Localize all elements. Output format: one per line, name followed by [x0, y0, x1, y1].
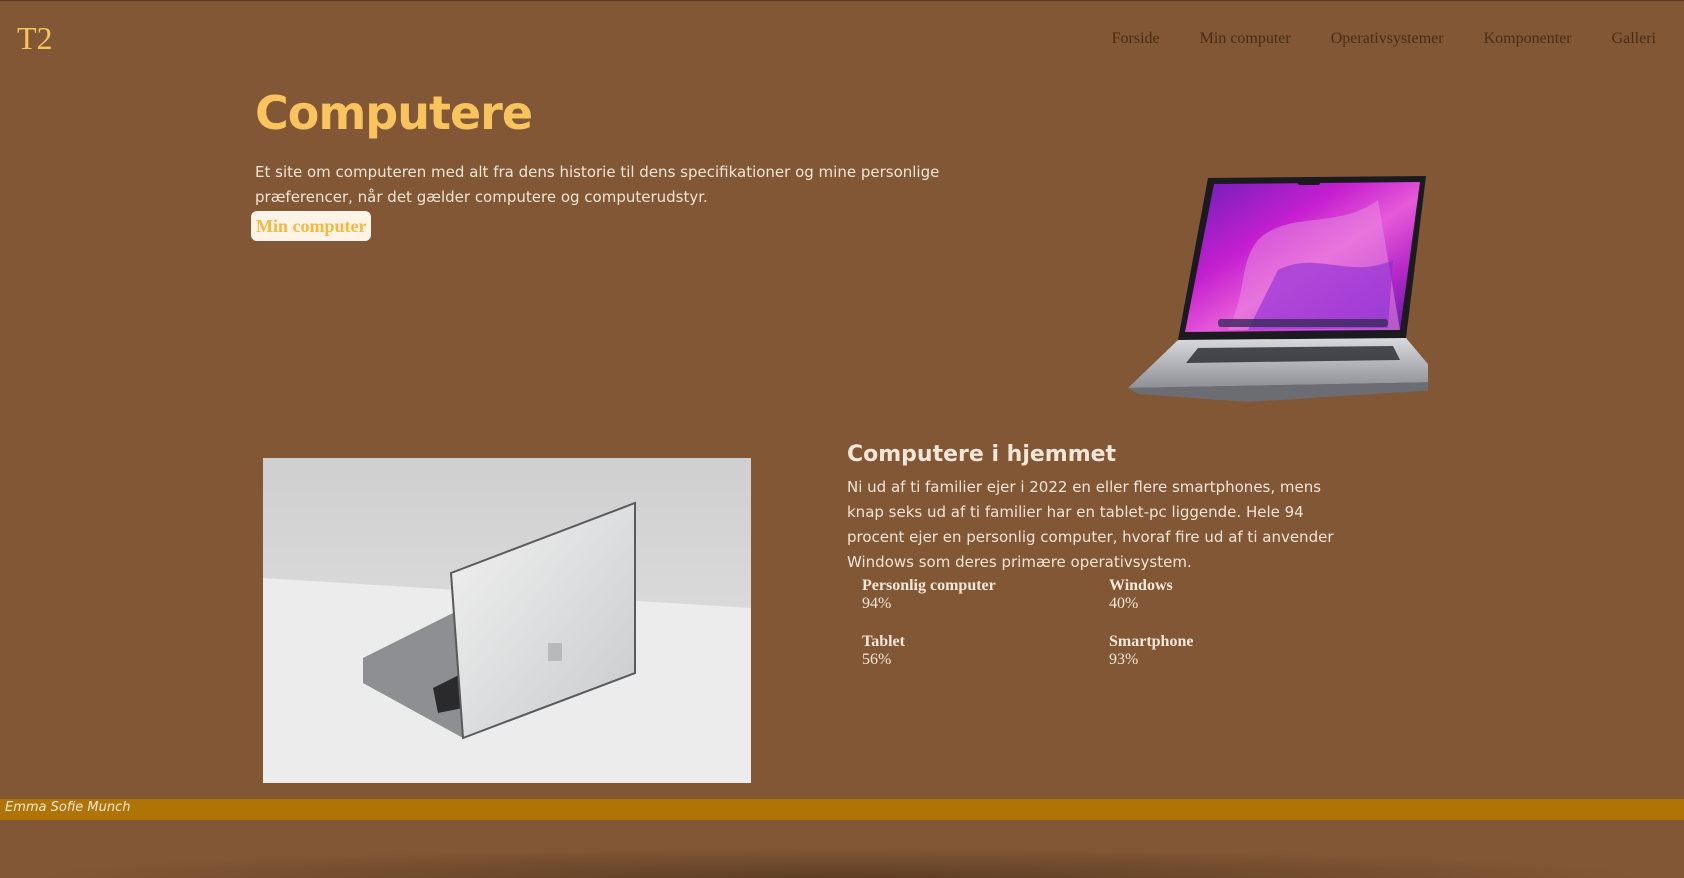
section-title: Computere i hjemmet — [847, 442, 1117, 467]
stat-personlig-computer: Personlig computer 94% — [862, 577, 996, 613]
nav-link-min-computer[interactable]: Min computer — [1200, 30, 1291, 48]
section-text: Ni ud af ti familier ejer i 2022 en elle… — [847, 478, 1334, 571]
stat-label: Windows — [1109, 577, 1173, 594]
site-footer: Emma Sofie Munch — [0, 799, 1684, 820]
stat-label: Smartphone — [1109, 633, 1194, 650]
stat-tablet: Tablet 56% — [862, 633, 905, 669]
stat-smartphone: Smartphone 93% — [1109, 633, 1193, 669]
stat-value: 56% — [862, 651, 892, 668]
footer-author: Emma Sofie Munch — [5, 800, 131, 815]
hero-title: Computere — [255, 86, 533, 140]
nav-link-operativsystemer[interactable]: Operativsystemer — [1331, 30, 1444, 48]
stat-label: Tablet — [862, 633, 905, 650]
nav-link-forside[interactable]: Forside — [1112, 30, 1160, 48]
laptop-photo — [263, 458, 751, 783]
stat-value: 94% — [862, 595, 892, 612]
stat-windows: Windows 40% — [1109, 577, 1173, 613]
nav-link-galleri[interactable]: Galleri — [1612, 30, 1656, 48]
stat-label: Personlig computer — [862, 577, 996, 594]
stat-value: 40% — [1109, 595, 1139, 612]
min-computer-button[interactable]: Min computer — [251, 211, 372, 241]
macbook-image — [1128, 176, 1428, 402]
nav-link-komponenter[interactable]: Komponenter — [1484, 30, 1572, 48]
top-border — [0, 0, 1684, 1]
hero-description: Et site om computeren med alt fra dens h… — [255, 163, 940, 206]
site-logo[interactable]: T2 — [17, 20, 53, 57]
stat-value: 93% — [1109, 651, 1139, 668]
main-nav: Forside Min computer Operativsystemer Ko… — [1112, 30, 1656, 48]
